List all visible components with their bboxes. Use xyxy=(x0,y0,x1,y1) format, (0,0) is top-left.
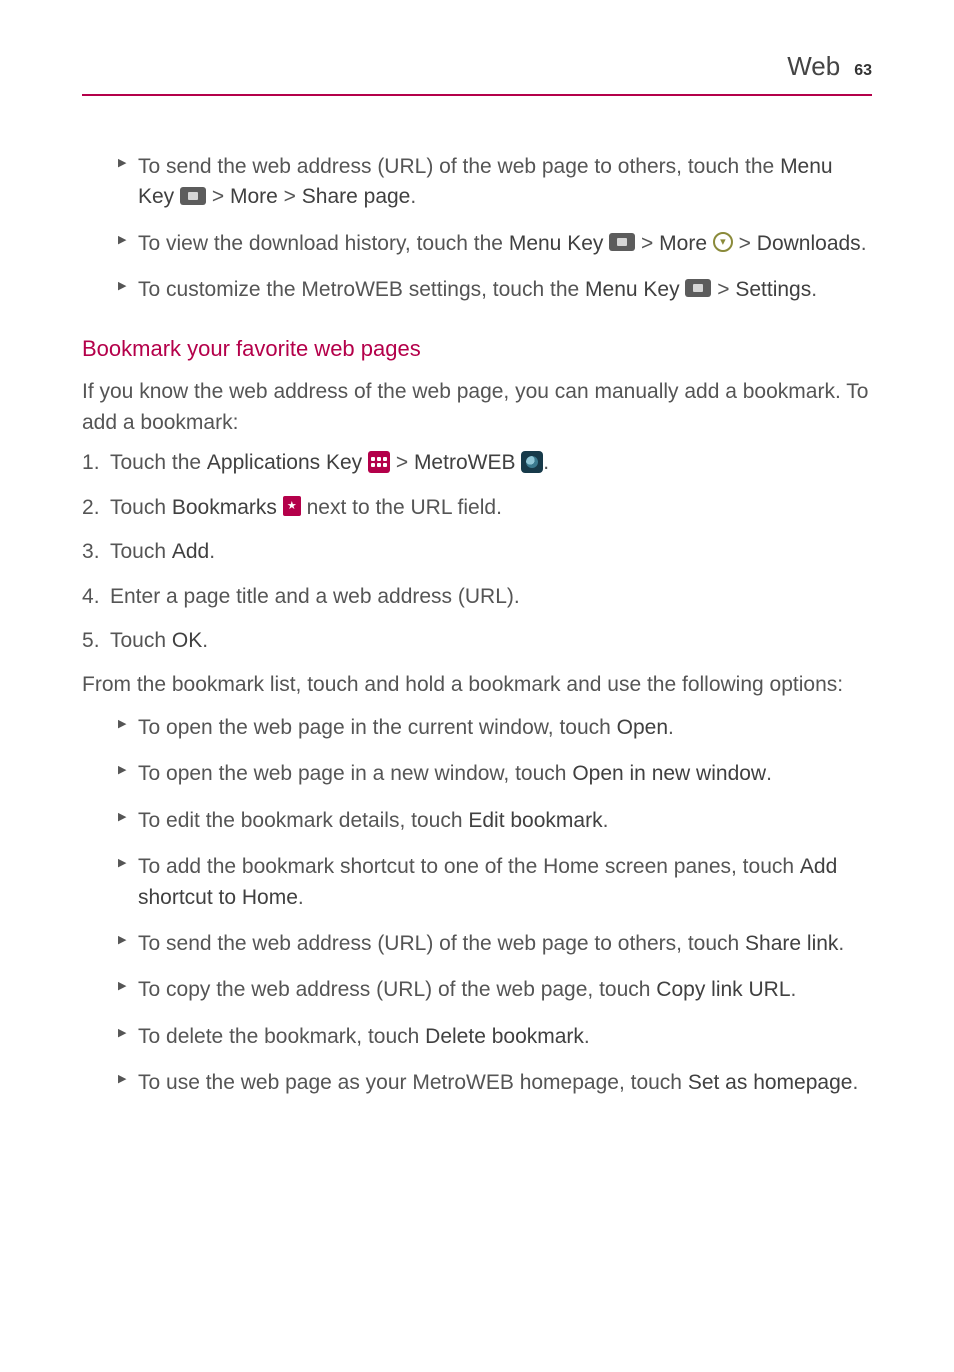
body-text: Touch xyxy=(110,629,172,652)
bold-text: More xyxy=(230,185,278,208)
body-text: . xyxy=(298,886,304,909)
body-text: . xyxy=(838,932,844,955)
bold-text: Open xyxy=(617,716,668,739)
body-text: . xyxy=(603,809,609,832)
body-text: To copy the web address (URL) of the web… xyxy=(138,978,656,1001)
bold-text: Bookmarks xyxy=(172,496,283,519)
body-text: > xyxy=(278,185,302,208)
bold-text: Set as homepage xyxy=(688,1071,853,1094)
bullet-item: To delete the bookmark, touch Delete boo… xyxy=(118,1022,872,1052)
body-text: . xyxy=(668,716,674,739)
bold-text: Applications Key xyxy=(207,451,368,474)
body-text: > xyxy=(711,278,735,301)
steps-list: Touch the Applications Key > MetroWEB .T… xyxy=(82,448,872,656)
apps-key-icon xyxy=(368,451,390,473)
options-bullet-list: To open the web page in the current wind… xyxy=(82,713,872,1099)
bookmark-icon xyxy=(283,496,301,516)
bullet-item: To use the web page as your MetroWEB hom… xyxy=(118,1068,872,1098)
bullet-item: To open the web page in a new window, to… xyxy=(118,759,872,789)
bold-text: Menu Key xyxy=(509,232,609,255)
menu-key-icon xyxy=(685,279,711,297)
bullet-item: To send the web address (URL) of the web… xyxy=(118,929,872,959)
bullet-item: To send the web address (URL) of the web… xyxy=(118,152,872,213)
body-text: . xyxy=(791,978,797,1001)
page-header: Web 63 xyxy=(82,48,872,96)
bullet-item: To view the download history, touch the … xyxy=(118,229,872,259)
bold-text: Add xyxy=(172,540,209,563)
body-text: To delete the bookmark, touch xyxy=(138,1025,425,1048)
section-intro: If you know the web address of the web p… xyxy=(82,377,872,438)
body-text: Touch xyxy=(110,496,172,519)
body-text: To send the web address (URL) of the web… xyxy=(138,932,745,955)
bold-text: Share link xyxy=(745,932,838,955)
body-text: > xyxy=(206,185,230,208)
body-text: To edit the bookmark details, touch xyxy=(138,809,468,832)
bold-text: Menu Key xyxy=(585,278,685,301)
header-title: Web xyxy=(787,48,840,86)
step-item: Touch Bookmarks next to the URL field. xyxy=(82,493,872,523)
body-text: next to the URL field. xyxy=(301,496,502,519)
body-text: . xyxy=(852,1071,858,1094)
bold-text: More xyxy=(659,232,713,255)
body-text: To add the bookmark shortcut to one of t… xyxy=(138,855,800,878)
step-item: Touch Add. xyxy=(82,537,872,567)
section-title: Bookmark your favorite web pages xyxy=(82,333,872,365)
bullet-item: To add the bookmark shortcut to one of t… xyxy=(118,852,872,913)
body-text: Enter a page title and a web address (UR… xyxy=(110,585,520,608)
body-text: To open the web page in the current wind… xyxy=(138,716,617,739)
options-intro: From the bookmark list, touch and hold a… xyxy=(82,670,872,700)
body-text: . xyxy=(209,540,215,563)
menu-key-icon xyxy=(609,233,635,251)
more-circle-icon xyxy=(713,232,733,252)
body-text: > xyxy=(390,451,414,474)
bullet-item: To customize the MetroWEB settings, touc… xyxy=(118,275,872,305)
body-text: . xyxy=(766,762,772,785)
body-text: > xyxy=(635,232,659,255)
bold-text: OK xyxy=(172,629,202,652)
body-text: . xyxy=(410,185,416,208)
body-text: To use the web page as your MetroWEB hom… xyxy=(138,1071,688,1094)
body-text: Touch xyxy=(110,540,172,563)
document-page: Web 63 To send the web address (URL) of … xyxy=(0,0,954,1187)
bold-text: Edit bookmark xyxy=(468,809,602,832)
metroweb-icon xyxy=(521,451,543,473)
menu-key-icon xyxy=(180,187,206,205)
body-text: . xyxy=(861,232,867,255)
bold-text: MetroWEB xyxy=(414,451,521,474)
body-text: > xyxy=(733,232,757,255)
body-text: . xyxy=(543,451,549,474)
bold-text: Delete bookmark xyxy=(425,1025,584,1048)
step-item: Touch the Applications Key > MetroWEB . xyxy=(82,448,872,478)
bullet-item: To open the web page in the current wind… xyxy=(118,713,872,743)
body-text: To customize the MetroWEB settings, touc… xyxy=(138,278,585,301)
bold-text: Open in new window xyxy=(572,762,766,785)
body-text: To open the web page in a new window, to… xyxy=(138,762,572,785)
bold-text: Settings xyxy=(735,278,811,301)
bullet-item: To edit the bookmark details, touch Edit… xyxy=(118,806,872,836)
body-text: . xyxy=(202,629,208,652)
body-text: To view the download history, touch the xyxy=(138,232,509,255)
header-page-number: 63 xyxy=(854,59,872,82)
intro-bullet-list: To send the web address (URL) of the web… xyxy=(82,152,872,306)
body-text: . xyxy=(584,1025,590,1048)
bold-text: Copy link URL xyxy=(656,978,790,1001)
step-item: Enter a page title and a web address (UR… xyxy=(82,582,872,612)
bullet-item: To copy the web address (URL) of the web… xyxy=(118,975,872,1005)
body-text: . xyxy=(811,278,817,301)
body-text: To send the web address (URL) of the web… xyxy=(138,155,780,178)
bold-text: Share page xyxy=(302,185,411,208)
step-item: Touch OK. xyxy=(82,626,872,656)
bold-text: Downloads xyxy=(757,232,861,255)
body-text: Touch the xyxy=(110,451,207,474)
